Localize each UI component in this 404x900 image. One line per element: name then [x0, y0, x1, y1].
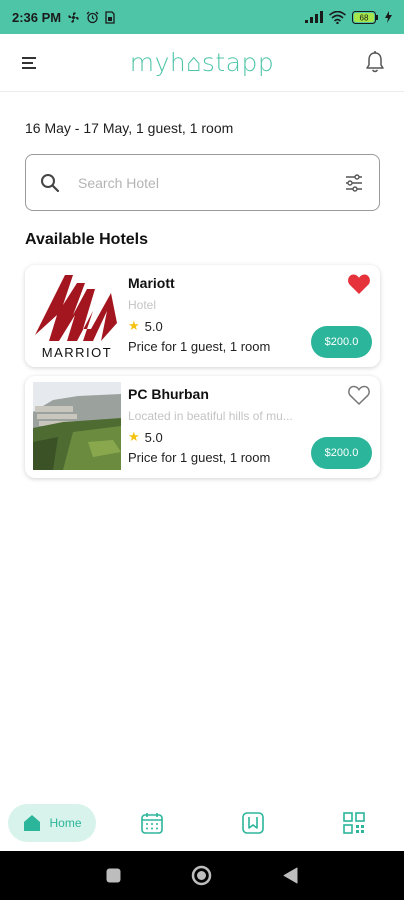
favorite-button[interactable] [347, 384, 371, 406]
hotel-name: PC Bhurban [128, 386, 209, 402]
hotel-logo-image: MARRIOT [33, 271, 121, 359]
nav-home[interactable]: Home [8, 804, 96, 842]
nav-calendar[interactable] [140, 811, 164, 835]
marriott-wordmark: MARRIOT [42, 345, 112, 359]
qr-code-icon [343, 812, 365, 834]
menu-icon [22, 57, 36, 69]
wifi-icon [329, 10, 346, 24]
recent-apps-button[interactable] [106, 868, 121, 888]
battery-icon: 68 [352, 10, 379, 24]
star-icon: ★ [128, 429, 140, 444]
charging-icon [385, 11, 392, 23]
notifications-button[interactable] [364, 50, 386, 74]
filter-icon[interactable] [343, 172, 365, 194]
search-bar[interactable] [25, 154, 380, 211]
search-icon [41, 173, 60, 192]
calendar-icon [141, 813, 163, 834]
hotel-rating: ★ 5.0 [128, 429, 163, 445]
bell-icon [366, 51, 384, 73]
star-icon: ★ [128, 318, 140, 333]
app-logo: myh⌂stapp [129, 47, 275, 77]
hotel-card[interactable]: MARRIOT Mariott Hotel ★ 5.0 Price for 1 … [25, 265, 380, 367]
hotel-subtitle: Located in beatiful hills of mu... [128, 409, 293, 423]
rating-value: 5.0 [144, 429, 163, 445]
sim-icon [105, 10, 115, 24]
app-header: myh⌂stapp [0, 34, 404, 92]
price-button[interactable]: $200.0 [311, 437, 372, 469]
back-triangle-icon [283, 867, 298, 884]
hotel-subtitle: Hotel [128, 298, 157, 312]
status-time: 2:36 PM [12, 9, 62, 25]
heart-filled-icon [348, 274, 370, 294]
home-icon [24, 815, 41, 831]
fan-icon [67, 11, 80, 24]
price-button[interactable]: $200.0 [311, 326, 372, 358]
system-navigation-bar [0, 851, 404, 900]
square-icon [106, 868, 121, 883]
bookmark-icon [242, 812, 264, 834]
heart-outline-icon [348, 385, 370, 406]
price-label: Price for 1 guest, 1 room [128, 339, 271, 354]
nav-qr-scan[interactable] [342, 811, 366, 835]
nav-home-label: Home [49, 816, 82, 830]
menu-button[interactable] [20, 53, 40, 73]
section-title: Available Hotels [25, 231, 149, 248]
hotel-photo [33, 382, 121, 470]
home-system-button[interactable] [191, 865, 212, 891]
circle-icon [191, 865, 212, 886]
alarm-icon [86, 11, 99, 24]
price-label: Price for 1 guest, 1 room [128, 450, 271, 465]
trip-summary[interactable]: 16 May - 17 May, 1 guest, 1 room [25, 120, 233, 136]
hotel-card[interactable]: PC Bhurban Located in beatiful hills of … [25, 376, 380, 478]
hotel-rating: ★ 5.0 [128, 318, 163, 334]
signal-icon [305, 11, 323, 23]
status-bar: 2:36 PM 68 [0, 0, 404, 34]
search-input[interactable] [78, 174, 343, 191]
favorite-button[interactable] [347, 273, 371, 295]
back-button[interactable] [283, 867, 298, 889]
rating-value: 5.0 [144, 318, 163, 334]
nav-bookings[interactable] [241, 811, 265, 835]
bottom-navigation: Home [0, 797, 404, 849]
hotel-name: Mariott [128, 275, 175, 291]
battery-level: 68 [360, 13, 369, 22]
